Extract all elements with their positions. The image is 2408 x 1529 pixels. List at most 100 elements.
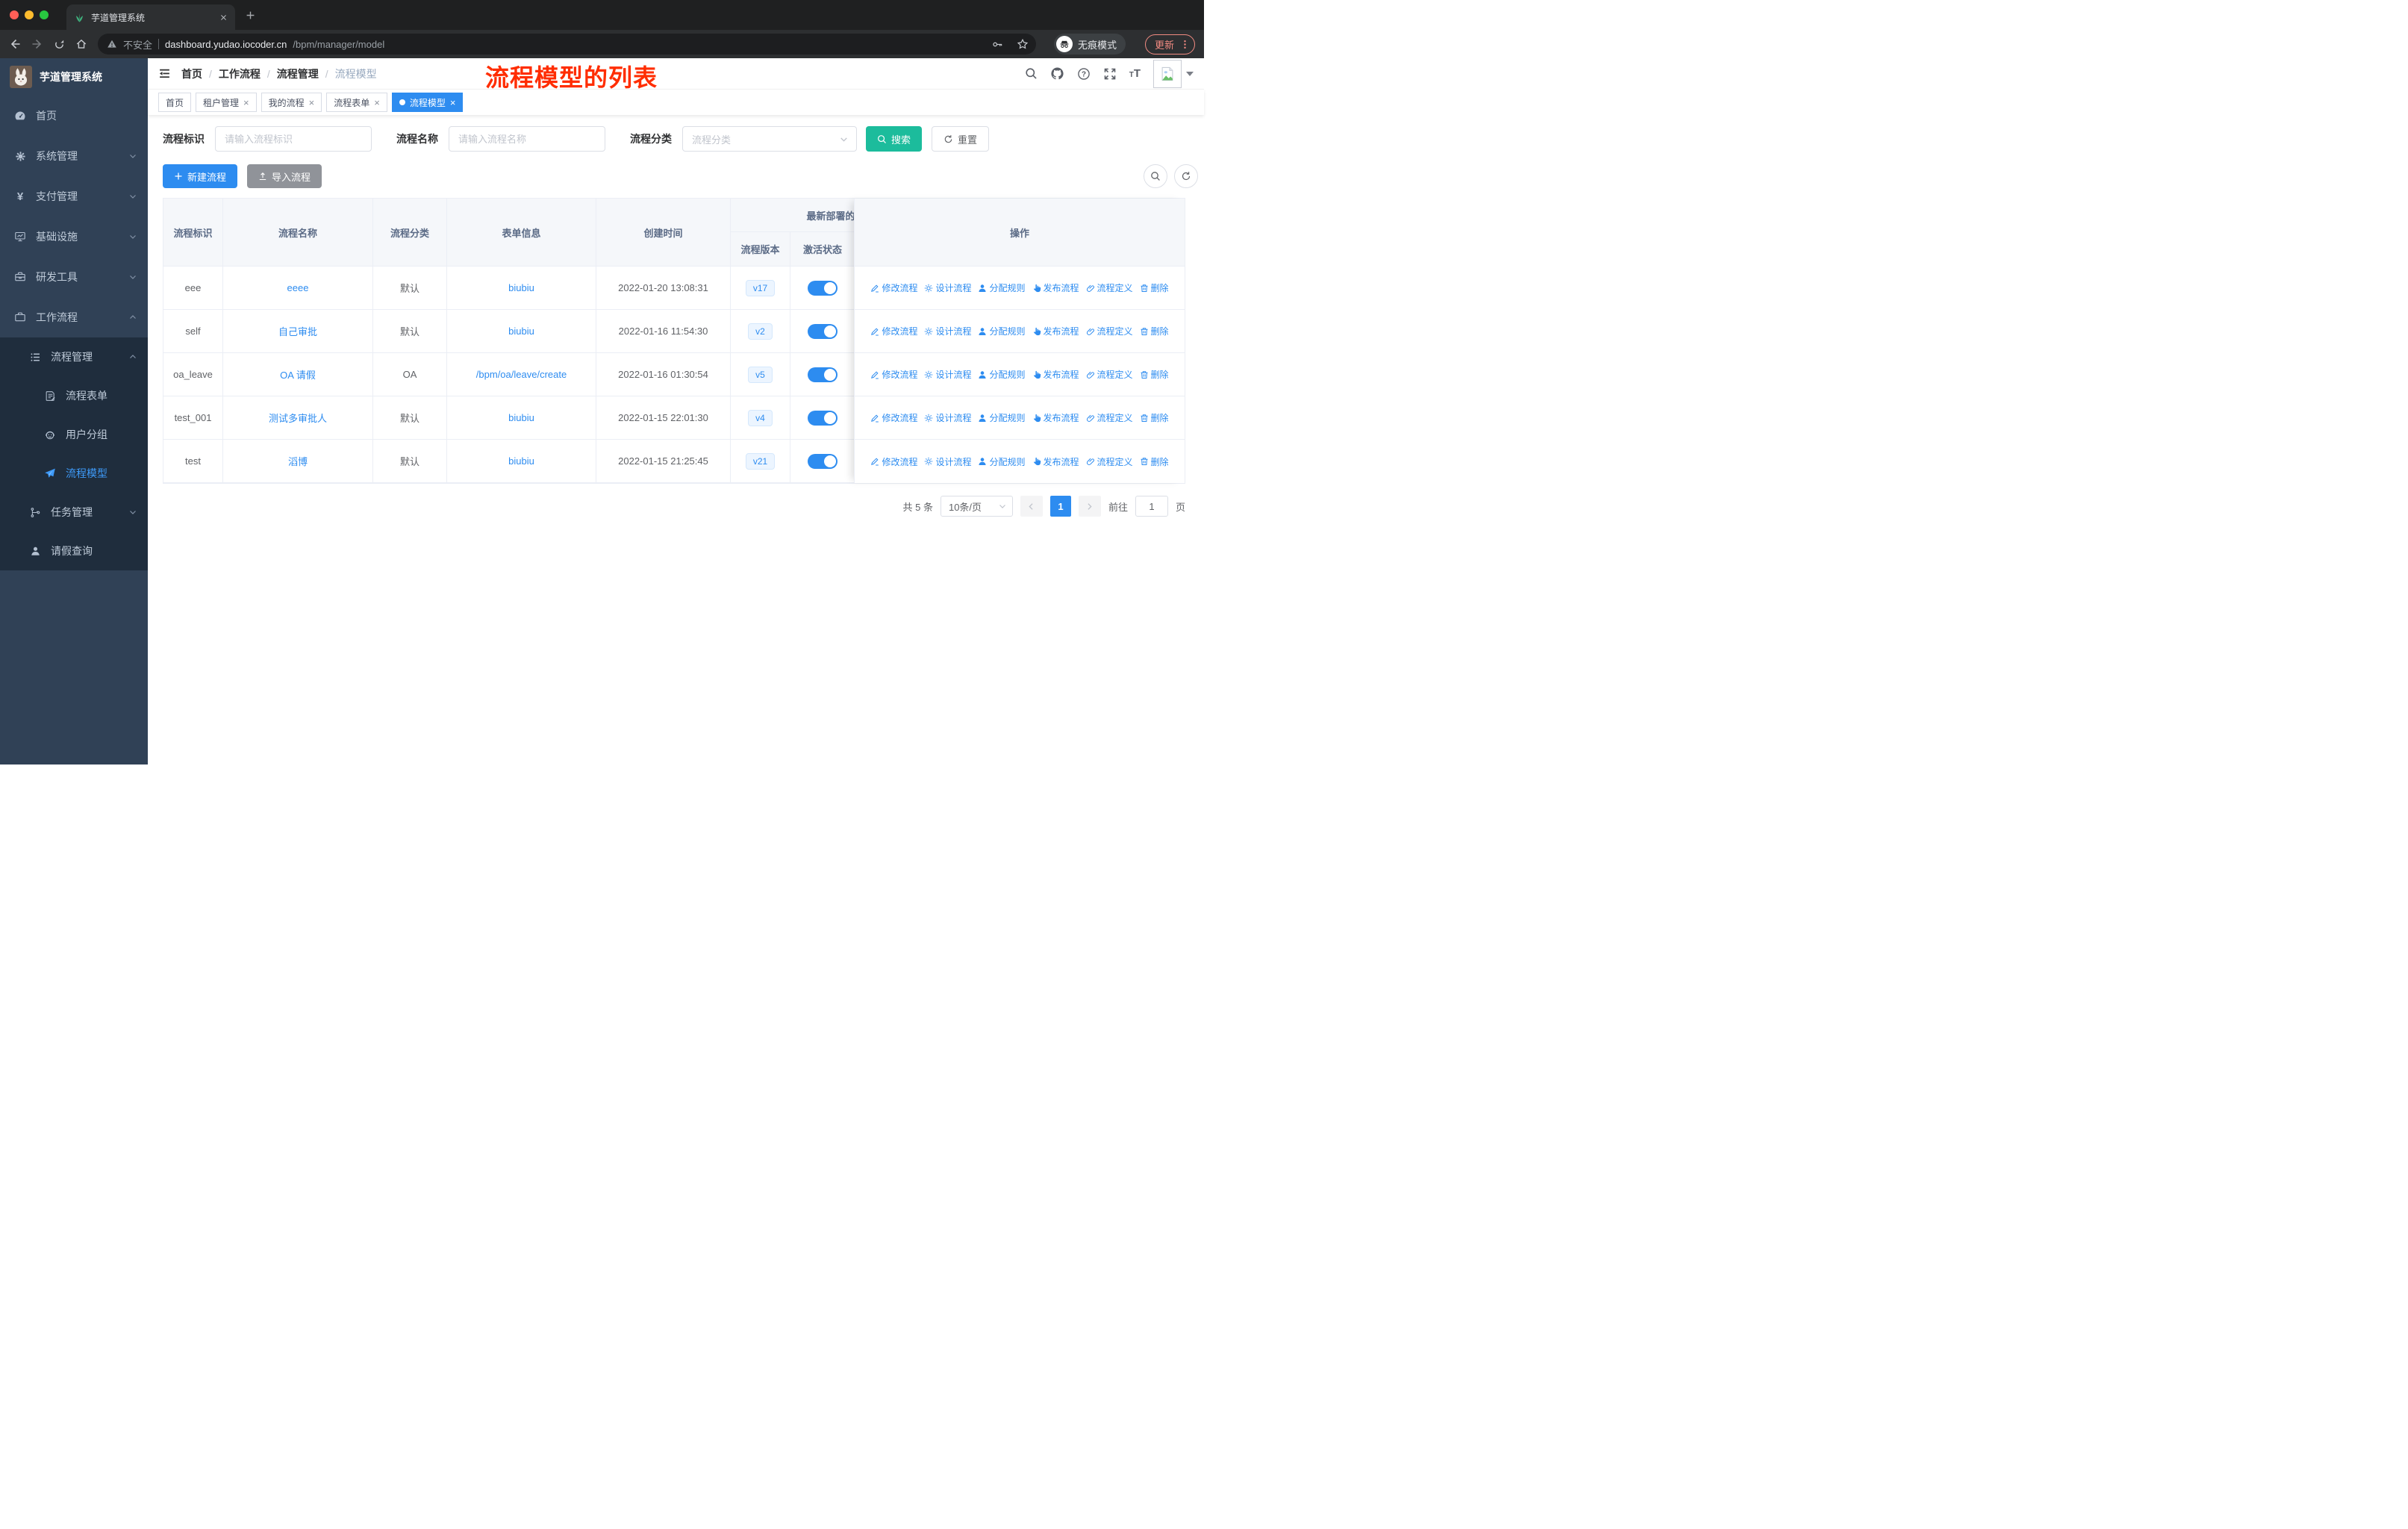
active-toggle[interactable] [808,323,838,339]
edit-process-link[interactable]: 修改流程 [870,281,917,294]
design-process-link[interactable]: 设计流程 [924,281,971,294]
active-toggle[interactable] [808,367,838,382]
github-icon[interactable] [1050,66,1064,81]
sidebar-item-devtools[interactable]: 研发工具 [0,257,148,297]
process-key-input[interactable] [215,126,372,152]
sidebar-item-leave-query[interactable]: 请假查询 [0,532,148,570]
new-tab-button[interactable] [246,10,255,20]
process-name-link[interactable]: eeee [287,282,309,293]
delete-link[interactable]: 删除 [1140,411,1169,424]
assign-rule-link[interactable]: 分配规则 [978,325,1026,337]
process-name-link[interactable]: OA 请假 [280,367,316,382]
font-size-icon[interactable]: TT [1129,67,1141,80]
sidebar-item-process-mgmt[interactable]: 流程管理 [0,337,148,376]
search-button[interactable]: 搜索 [866,126,923,152]
sidebar-logo[interactable]: 芋道管理系统 [0,58,148,96]
process-definition-link[interactable]: 流程定义 [1086,455,1133,468]
next-page-button[interactable] [1078,496,1101,517]
tag-close-icon[interactable]: × [309,97,315,108]
process-name-link[interactable]: 滔博 [288,454,308,468]
goto-page-input[interactable] [1135,496,1168,517]
prev-page-button[interactable] [1020,496,1043,517]
tag-close-icon[interactable]: × [450,97,456,108]
form-info-link[interactable]: /bpm/oa/leave/create [476,369,567,380]
process-name-link[interactable]: 自己审批 [278,324,317,338]
breadcrumb-workflow[interactable]: 工作流程 [219,66,261,81]
process-name-link[interactable]: 测试多审批人 [269,411,327,425]
process-definition-link[interactable]: 流程定义 [1086,325,1133,337]
sidebar-item-infra[interactable]: 基础设施 [0,217,148,257]
edit-process-link[interactable]: 修改流程 [870,325,917,337]
user-avatar-menu[interactable] [1153,59,1194,88]
design-process-link[interactable]: 设计流程 [924,411,971,424]
edit-process-link[interactable]: 修改流程 [870,455,917,468]
sidebar-item-home[interactable]: 首页 [0,96,148,136]
process-name-input[interactable] [449,126,605,152]
browser-menu-dots-icon[interactable] [1179,39,1191,50]
tag-process-form[interactable]: 流程表单 × [326,93,387,112]
breadcrumb-process-mgmt[interactable]: 流程管理 [277,66,319,81]
sidebar-item-process-form[interactable]: 流程表单 [0,376,148,415]
publish-process-link[interactable]: 发布流程 [1032,411,1079,424]
window-minimize-button[interactable] [25,10,34,19]
page-size-select[interactable]: 10条/页 [940,496,1013,517]
sidebar-item-user-group[interactable]: 用户分组 [0,415,148,454]
tag-tenant-mgmt[interactable]: 租户管理 × [196,93,257,112]
assign-rule-link[interactable]: 分配规则 [978,281,1026,294]
sidebar-item-workflow[interactable]: 工作流程 [0,297,148,337]
saved-password-key-icon[interactable] [992,39,1003,50]
toggle-search-button[interactable] [1144,164,1167,188]
design-process-link[interactable]: 设计流程 [924,455,971,468]
sidebar-item-payment[interactable]: ¥ 支付管理 [0,176,148,217]
reload-icon[interactable] [54,39,65,50]
avatar[interactable] [1153,59,1182,88]
form-info-link[interactable]: biubiu [508,412,534,423]
design-process-link[interactable]: 设计流程 [924,368,971,381]
help-icon[interactable] [1077,67,1091,81]
publish-process-link[interactable]: 发布流程 [1032,368,1079,381]
back-icon[interactable] [9,38,21,50]
tag-home[interactable]: 首页 [158,93,192,112]
process-definition-link[interactable]: 流程定义 [1086,368,1133,381]
tab-close-icon[interactable] [219,13,228,22]
delete-link[interactable]: 删除 [1140,455,1169,468]
assign-rule-link[interactable]: 分配规则 [978,368,1026,381]
breadcrumb-home[interactable]: 首页 [181,66,202,81]
forward-icon[interactable] [31,38,43,50]
refresh-table-button[interactable] [1174,164,1198,188]
delete-link[interactable]: 删除 [1140,281,1169,294]
publish-process-link[interactable]: 发布流程 [1032,281,1079,294]
assign-rule-link[interactable]: 分配规则 [978,455,1026,468]
form-info-link[interactable]: biubiu [508,282,534,293]
publish-process-link[interactable]: 发布流程 [1032,325,1079,337]
window-controls[interactable] [0,10,59,19]
form-info-link[interactable]: biubiu [508,326,534,337]
active-toggle[interactable] [808,453,838,469]
reset-button[interactable]: 重置 [932,126,990,152]
assign-rule-link[interactable]: 分配规则 [978,411,1026,424]
tag-close-icon[interactable]: × [243,97,249,108]
sidebar-item-task-mgmt[interactable]: 任务管理 [0,493,148,532]
publish-process-link[interactable]: 发布流程 [1032,455,1079,468]
process-definition-link[interactable]: 流程定义 [1086,281,1133,294]
bookmark-star-icon[interactable] [1017,38,1029,50]
window-zoom-button[interactable] [40,10,49,19]
current-page-button[interactable]: 1 [1049,496,1071,517]
active-toggle[interactable] [808,280,838,296]
process-definition-link[interactable]: 流程定义 [1086,411,1133,424]
create-process-button[interactable]: 新建流程 [163,164,238,188]
window-close-button[interactable] [10,10,19,19]
form-info-link[interactable]: biubiu [508,455,534,467]
process-category-select[interactable]: 流程分类 [682,126,857,152]
edit-process-link[interactable]: 修改流程 [870,368,917,381]
sidebar-fold-icon[interactable] [158,67,171,80]
sidebar-item-process-model[interactable]: 流程模型 [0,454,148,493]
active-toggle[interactable] [808,410,838,426]
search-icon[interactable] [1025,67,1038,80]
design-process-link[interactable]: 设计流程 [924,325,971,337]
sidebar-item-system[interactable]: 系统管理 [0,136,148,176]
import-process-button[interactable]: 导入流程 [247,164,322,188]
edit-process-link[interactable]: 修改流程 [870,411,917,424]
browser-update-button[interactable]: 更新 [1144,34,1195,55]
home-icon[interactable] [75,38,87,50]
